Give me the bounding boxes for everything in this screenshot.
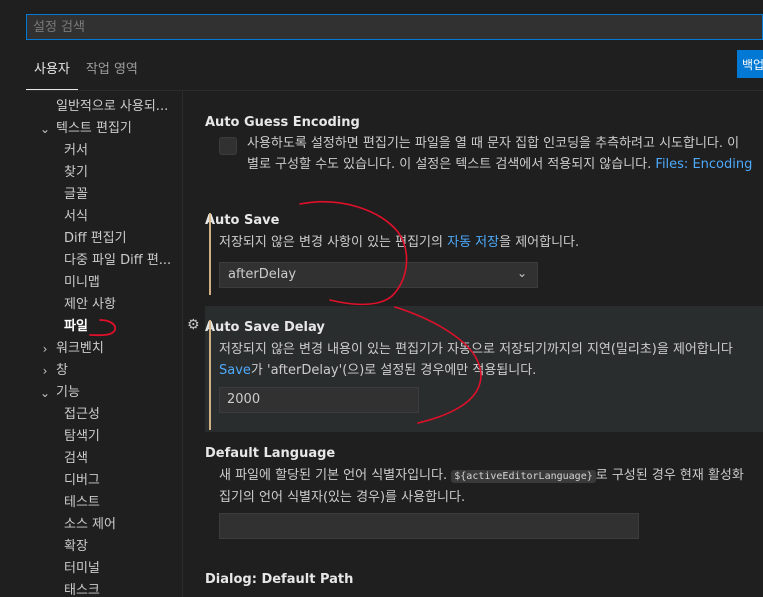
files-auto-save-link[interactable]: Save	[219, 363, 251, 378]
setting-dialog-default-path: Dialog: Default Path	[205, 572, 763, 587]
desc-line: 집기의 언어 식별자(있는 경우)를 사용합니다.	[219, 490, 466, 505]
tree-item-window[interactable]: › 창	[0, 360, 182, 382]
desc-line: 별로 구성할 수도 있습니다. 이 설정은 텍스트 검색에서 적용되지 않습니다…	[247, 154, 752, 175]
setting-name: Default Path	[261, 572, 354, 587]
desc-text: 별로 구성할 수도 있습니다. 이 설정은 텍스트 검색에서 적용되지 않습니다…	[247, 157, 652, 172]
tab-workspace[interactable]: 작업 영역	[78, 52, 146, 90]
tree-item-testing[interactable]: 테스트	[0, 492, 182, 514]
tree-item-tasks[interactable]: 태스크	[0, 580, 182, 597]
gear-icon[interactable]: ⚙	[187, 317, 203, 333]
setting-title: Auto Save	[205, 213, 280, 228]
settings-scope-tabs: 사용자 작업 영역	[26, 52, 146, 90]
auto-save-delay-input[interactable]: 2000	[219, 387, 419, 413]
setting-description: 저장되지 않은 변경 내용이 있는 편집기가 자동으로 저장되기까지의 지연(밀…	[219, 339, 733, 381]
backup-button[interactable]: 백업	[737, 50, 763, 78]
search-input[interactable]	[27, 15, 762, 39]
tree-item-search[interactable]: 검색	[0, 448, 182, 470]
desc-text: 을 제어합니다.	[499, 235, 580, 250]
setting-category: Dialog:	[205, 572, 257, 587]
tree-item-find[interactable]: 찾기	[0, 162, 182, 184]
setting-description: 새 파일에 할당된 기본 언어 식별자입니다. ${activeEditorLa…	[219, 465, 744, 508]
chevron-down-icon: ⌄	[516, 266, 527, 280]
modified-indicator	[209, 320, 211, 430]
tree-item-explorer[interactable]: 탐색기	[0, 426, 182, 448]
settings-search-box[interactable]	[26, 14, 763, 40]
desc-line: 사용하도록 설정하면 편집기는 파일을 열 때 문자 집합 인코딩을 추측하려고…	[247, 136, 740, 151]
tree-item-diff-editor[interactable]: Diff 편집기	[0, 228, 182, 250]
tree-item-features[interactable]: ⌄ 기능	[0, 382, 182, 404]
tree-item-label: 텍스트 편집기	[56, 121, 132, 136]
settings-tree: 일반적으로 사용되... ⌄ 텍스트 편집기 커서 찾기 글꼴 서식 Diff …	[0, 96, 182, 597]
tree-item-label: 기능	[56, 385, 80, 400]
setting-description: 사용하도록 설정하면 편집기는 파일을 열 때 문자 집합 인코딩을 추측하려고…	[247, 133, 752, 175]
code-token: ${activeEditorLanguage}	[451, 470, 596, 483]
tree-item-suggestions[interactable]: 제안 사항	[0, 294, 182, 316]
desc-text: 가 'afterDelay'(으)로 설정된 경우에만 적용됩니다.	[250, 363, 537, 378]
auto-save-select[interactable]: afterDelay ⌄	[219, 262, 538, 288]
desc-line: Save가 'afterDelay'(으)로 설정된 경우에만 적용됩니다.	[219, 360, 733, 381]
desc-text: 새 파일에 할당된 기본 언어 식별자입니다.	[219, 468, 448, 483]
select-value: afterDelay	[228, 267, 297, 282]
desc-line: 저장되지 않은 변경 내용이 있는 편집기가 자동으로 저장되기까지의 지연(밀…	[219, 342, 733, 357]
files-encoding-link[interactable]: Files: Encoding	[655, 157, 752, 172]
default-language-input[interactable]	[219, 513, 639, 539]
chevron-right-icon: ›	[42, 364, 48, 378]
desc-text: 로 구성된 경우 현재 활성화	[595, 468, 744, 483]
tree-item-extensions[interactable]: 확장	[0, 536, 182, 558]
auto-guess-encoding-checkbox[interactable]	[219, 137, 237, 155]
chevron-right-icon: ›	[42, 342, 48, 356]
setting-description: 저장되지 않은 변경 사항이 있는 편집기의 자동 저장을 제어합니다.	[219, 232, 579, 253]
setting-default-language: Default Language	[205, 446, 763, 461]
tree-item-multi-diff-editor[interactable]: 다중 파일 Diff 편...	[0, 250, 182, 272]
tree-item-scm[interactable]: 소스 제어	[0, 514, 182, 536]
setting-title: Auto Guess Encoding	[205, 115, 360, 130]
tree-item-debug[interactable]: 디버그	[0, 470, 182, 492]
tree-item-terminal[interactable]: 터미널	[0, 558, 182, 580]
setting-auto-save: Auto Save	[205, 213, 763, 228]
setting-title: Auto Save Delay	[205, 320, 325, 335]
tree-item-font[interactable]: 글꼴	[0, 184, 182, 206]
tree-item-minimap[interactable]: 미니맵	[0, 272, 182, 294]
setting-auto-guess-encoding: Auto Guess Encoding	[205, 115, 763, 130]
settings-list: Auto Guess Encoding 사용하도록 설정하면 편집기는 파일을 …	[183, 91, 763, 597]
desc-text: 저장되지 않은 변경 사항이 있는 편집기의	[219, 235, 443, 250]
setting-auto-save-delay: Auto Save Delay	[205, 320, 763, 335]
tree-item-accessibility[interactable]: 접근성	[0, 404, 182, 426]
tree-item-formatting[interactable]: 서식	[0, 206, 182, 228]
tree-item-files[interactable]: 파일	[0, 316, 182, 338]
chevron-down-icon: ⌄	[39, 122, 51, 136]
auto-save-link[interactable]: 자동 저장	[447, 235, 499, 250]
setting-title: Default Language	[205, 446, 336, 461]
tree-item-label: 워크벤치	[56, 341, 104, 356]
setting-title: Dialog: Default Path	[205, 572, 763, 587]
tree-item-commonly-used[interactable]: 일반적으로 사용되...	[0, 96, 182, 118]
modified-indicator	[209, 213, 211, 295]
chevron-down-icon: ⌄	[39, 386, 51, 400]
tab-user[interactable]: 사용자	[26, 52, 78, 90]
desc-line: 새 파일에 할당된 기본 언어 식별자입니다. ${activeEditorLa…	[219, 465, 744, 487]
tree-item-workbench[interactable]: › 워크벤치	[0, 338, 182, 360]
tree-item-cursor[interactable]: 커서	[0, 140, 182, 162]
tree-item-label: 창	[56, 363, 68, 378]
tree-item-text-editor[interactable]: ⌄ 텍스트 편집기	[0, 118, 182, 140]
